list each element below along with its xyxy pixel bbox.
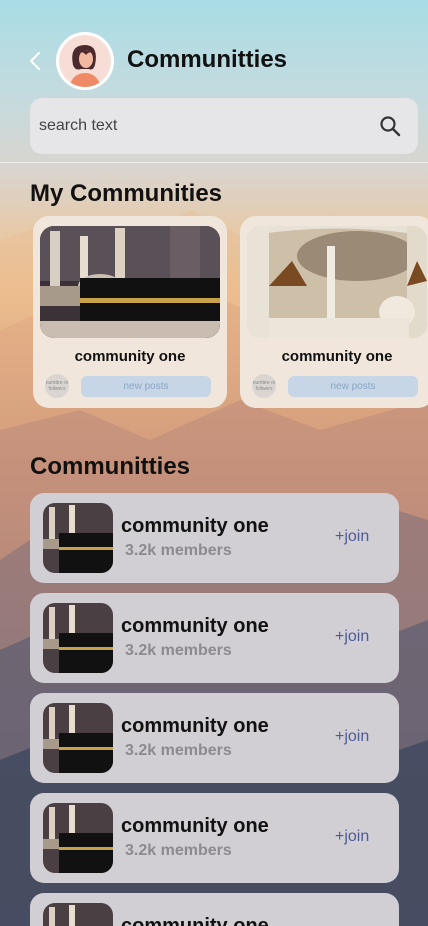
community-image (247, 226, 427, 338)
page-title: Communitties (127, 46, 288, 73)
divider (0, 162, 428, 163)
search-bar[interactable] (30, 98, 418, 154)
list-item[interactable]: community one 3.2k members +join (30, 793, 399, 883)
member-count: 3.2k members (125, 842, 232, 859)
card-name: community one (281, 348, 393, 365)
back-arrow-icon[interactable] (26, 50, 46, 72)
new-posts-pill[interactable]: new posts (81, 376, 211, 397)
search-input[interactable] (39, 113, 359, 139)
card-name: community one (74, 348, 186, 365)
join-button[interactable]: +join (335, 628, 369, 646)
community-thumbnail (43, 703, 113, 773)
community-thumbnail (43, 903, 113, 926)
list-item[interactable]: community one (30, 893, 399, 926)
member-count: 3.2k members (125, 742, 232, 759)
join-button[interactable]: +join (335, 828, 369, 846)
community-name: community one (121, 615, 269, 637)
join-button[interactable]: +join (335, 728, 369, 746)
join-button[interactable]: +join (335, 528, 369, 546)
list-item[interactable]: community one 3.2k members +join (30, 493, 399, 583)
user-avatar-illustration (59, 35, 111, 87)
new-posts-pill[interactable]: new posts (288, 376, 418, 397)
community-image (40, 226, 220, 338)
search-icon[interactable] (379, 115, 401, 137)
my-community-card[interactable]: community one numbre of follwers new pos… (240, 216, 428, 408)
community-thumbnail (43, 803, 113, 873)
community-name: community one (121, 915, 269, 926)
followers-badge: numbre of follwers (252, 374, 276, 398)
my-community-card[interactable]: community one numbre of follwers new pos… (33, 216, 227, 408)
followers-badge: numbre of follwers (45, 374, 69, 398)
avatar[interactable] (56, 32, 114, 90)
top-bar: Communitties (0, 32, 428, 90)
community-thumbnail (43, 603, 113, 673)
list-item[interactable]: community one 3.2k members +join (30, 593, 399, 683)
member-count: 3.2k members (125, 642, 232, 659)
list-item[interactable]: community one 3.2k members +join (30, 693, 399, 783)
community-name: community one (121, 715, 269, 737)
member-count: 3.2k members (125, 542, 232, 559)
community-thumbnail (43, 503, 113, 573)
community-name: community one (121, 815, 269, 837)
community-name: community one (121, 515, 269, 537)
section-title-communities: Communitties (30, 453, 191, 480)
section-title-my-communities: My Communities (30, 180, 223, 207)
